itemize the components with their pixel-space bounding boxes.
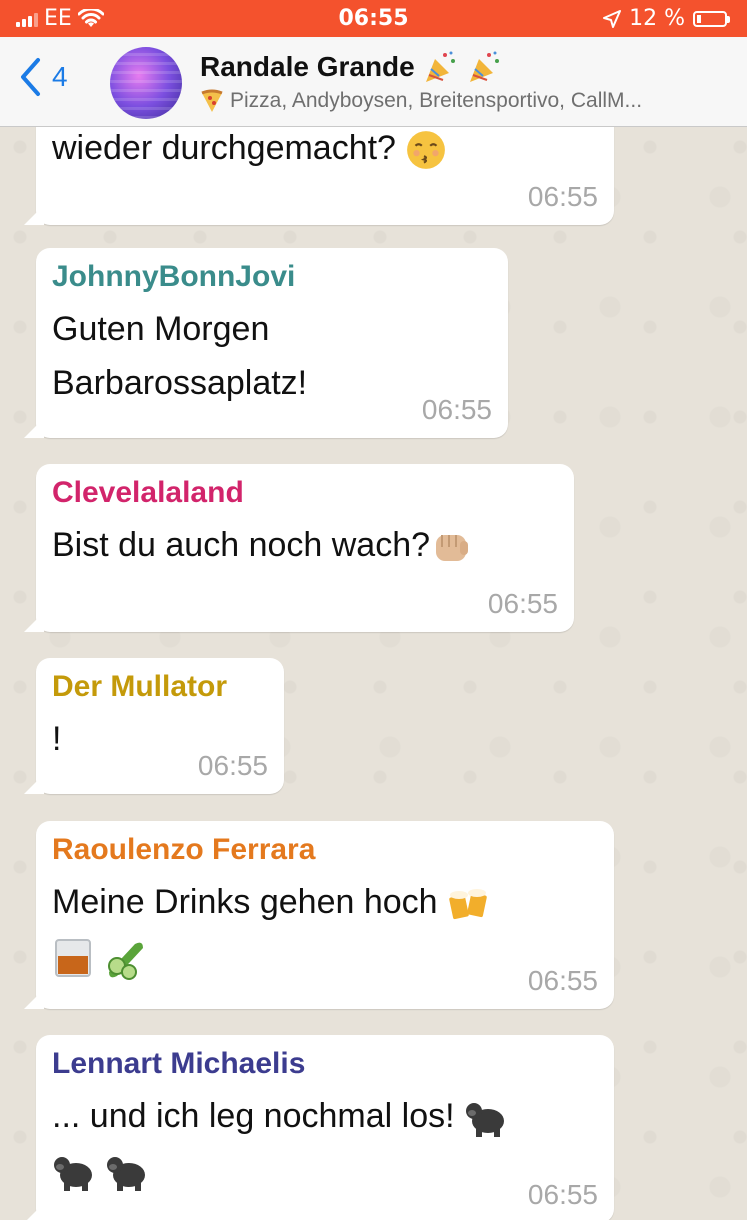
- cucumber-icon: [108, 942, 144, 981]
- sender-name: Lennart Michaelis: [52, 1047, 306, 1080]
- back-button[interactable]: 4: [18, 57, 68, 97]
- gorilla-icon: [466, 1103, 505, 1138]
- whisky-glass-icon: [55, 939, 91, 978]
- beer-mugs-icon: [449, 889, 487, 920]
- chat-header: 4 Randale Grande Pizza, Andyboysen, Brei…: [0, 37, 747, 127]
- chevron-left-icon: [21, 58, 40, 96]
- kissing-face-icon: [407, 131, 446, 169]
- message-bubble[interactable]: JohnnyBonnJovi Guten Morgen Barbarossapl…: [36, 248, 508, 438]
- status-right: 12 %: [603, 6, 730, 31]
- sender-name: Der Mullator: [52, 670, 228, 703]
- message-time: 06:55: [487, 588, 558, 619]
- message-time: 06:55: [197, 750, 268, 781]
- battery-icon: [693, 10, 730, 27]
- location-arrow-icon: [603, 9, 622, 28]
- message-bubble[interactable]: Der Mullator ! 06:55: [36, 658, 284, 794]
- sender-name: JohnnyBonnJovi: [52, 260, 296, 293]
- sender-name: Clevelalaland: [52, 476, 244, 509]
- status-bar: EE 06:55 12 %: [0, 0, 747, 37]
- message-text: Bist du auch noch wach?: [52, 518, 558, 572]
- message-bubble[interactable]: Lennart Michaelis ... und ich leg nochma…: [36, 1035, 614, 1220]
- party-popper-icon: [469, 51, 499, 82]
- group-title: Randale Grande: [200, 51, 415, 82]
- gorilla-icon: [107, 1157, 146, 1192]
- sender-name: Raoulenzo Ferrara: [52, 833, 316, 866]
- message-bubble[interactable]: Raoulenzo Ferrara Meine Drinks gehen hoc…: [36, 821, 614, 1009]
- fist-bump-icon: [436, 535, 469, 562]
- message-text: wieder durchgemacht?: [52, 127, 447, 175]
- chat-area[interactable]: wieder durchgemacht? 06:55 JohnnyBonnJov…: [0, 127, 747, 1220]
- message-time: 06:55: [527, 965, 598, 996]
- battery-percent: 12 %: [629, 6, 685, 31]
- members-list: Pizza, Andyboysen, Breitensportivo, Call…: [230, 89, 643, 112]
- message-bubble[interactable]: wieder durchgemacht? 06:55: [36, 127, 614, 225]
- message-time: 06:55: [527, 181, 598, 212]
- message-bubble[interactable]: Clevelalaland Bist du auch noch wach? 06…: [36, 464, 574, 632]
- message-text: Meine Drinks gehen hoch: [52, 875, 598, 983]
- gorilla-icon: [54, 1157, 92, 1192]
- unread-count: 4: [52, 61, 68, 92]
- group-title-row[interactable]: Randale Grande: [200, 49, 503, 85]
- group-members[interactable]: Pizza, Andyboysen, Breitensportivo, Call…: [200, 89, 735, 113]
- message-time: 06:55: [421, 394, 492, 425]
- message-time: 06:55: [527, 1179, 598, 1210]
- group-avatar[interactable]: [110, 47, 182, 119]
- message-text: ... und ich leg nochmal los!: [52, 1089, 598, 1197]
- party-popper-icon: [425, 51, 455, 82]
- pizza-icon: [201, 89, 223, 112]
